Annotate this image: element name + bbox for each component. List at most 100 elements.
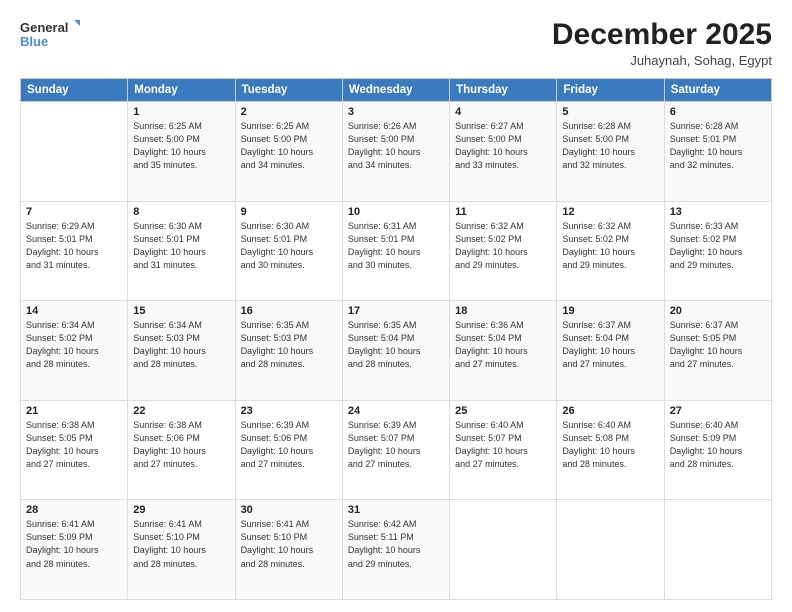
cell-text: Sunrise: 6:34 AMSunset: 5:03 PMDaylight:…: [133, 319, 229, 371]
day-number: 4: [455, 106, 551, 118]
calendar-body: 1 Sunrise: 6:25 AMSunset: 5:00 PMDaylight…: [21, 102, 772, 600]
calendar-cell: 15 Sunrise: 6:34 AMSunset: 5:03 PMDayligh…: [128, 301, 235, 401]
cell-text: Sunrise: 6:25 AMSunset: 5:00 PMDaylight:…: [241, 120, 337, 172]
day-number: 13: [670, 206, 766, 218]
calendar-cell: 22 Sunrise: 6:38 AMSunset: 5:06 PMDayligh…: [128, 400, 235, 500]
calendar-week-row: 7 Sunrise: 6:29 AMSunset: 5:01 PMDaylight…: [21, 201, 772, 301]
calendar-cell: 24 Sunrise: 6:39 AMSunset: 5:07 PMDayligh…: [342, 400, 449, 500]
calendar-cell: 18 Sunrise: 6:36 AMSunset: 5:04 PMDayligh…: [450, 301, 557, 401]
calendar-cell: 1 Sunrise: 6:25 AMSunset: 5:00 PMDaylight…: [128, 102, 235, 202]
day-number: 19: [562, 305, 658, 317]
cell-text: Sunrise: 6:27 AMSunset: 5:00 PMDaylight:…: [455, 120, 551, 172]
svg-text:Blue: Blue: [20, 34, 48, 49]
cell-text: Sunrise: 6:28 AMSunset: 5:00 PMDaylight:…: [562, 120, 658, 172]
day-number: 30: [241, 504, 337, 516]
day-number: 5: [562, 106, 658, 118]
day-number: 11: [455, 206, 551, 218]
day-number: 25: [455, 405, 551, 417]
page: General Blue December 2025 Juhaynah, Soh…: [0, 0, 792, 612]
cell-text: Sunrise: 6:36 AMSunset: 5:04 PMDaylight:…: [455, 319, 551, 371]
day-number: 17: [348, 305, 444, 317]
cell-text: Sunrise: 6:39 AMSunset: 5:07 PMDaylight:…: [348, 419, 444, 471]
cell-text: Sunrise: 6:40 AMSunset: 5:07 PMDaylight:…: [455, 419, 551, 471]
cell-text: Sunrise: 6:32 AMSunset: 5:02 PMDaylight:…: [455, 220, 551, 272]
title-block: December 2025 Juhaynah, Sohag, Egypt: [552, 18, 772, 68]
calendar-cell: 30 Sunrise: 6:41 AMSunset: 5:10 PMDayligh…: [235, 500, 342, 600]
weekday-header: Monday: [128, 79, 235, 102]
cell-text: Sunrise: 6:37 AMSunset: 5:04 PMDaylight:…: [562, 319, 658, 371]
calendar-cell: 16Sunrise: 6:35 AMSunset: 5:03 PMDayligh…: [235, 301, 342, 401]
calendar-cell: [21, 102, 128, 202]
calendar-cell: 8 Sunrise: 6:30 AMSunset: 5:01 PMDaylight…: [128, 201, 235, 301]
calendar-cell: 19 Sunrise: 6:37 AMSunset: 5:04 PMDayligh…: [557, 301, 664, 401]
calendar-table: SundayMondayTuesdayWednesdayThursdayFrid…: [20, 78, 772, 600]
calendar-cell: 14 Sunrise: 6:34 AMSunset: 5:02 PMDayligh…: [21, 301, 128, 401]
cell-text: Sunrise: 6:35 AMSunset: 5:04 PMDaylight:…: [348, 319, 444, 371]
day-number: 1: [133, 106, 229, 118]
cell-text: Sunrise: 6:30 AMSunset: 5:01 PMDaylight:…: [133, 220, 229, 272]
weekday-header: Wednesday: [342, 79, 449, 102]
calendar-cell: 6Sunrise: 6:28 AMSunset: 5:01 PMDaylight…: [664, 102, 771, 202]
cell-text: Sunrise: 6:42 AMSunset: 5:11 PMDaylight:…: [348, 518, 444, 570]
logo: General Blue: [20, 18, 80, 52]
calendar-cell: 21 Sunrise: 6:38 AMSunset: 5:05 PMDayligh…: [21, 400, 128, 500]
calendar-cell: 12 Sunrise: 6:32 AMSunset: 5:02 PMDayligh…: [557, 201, 664, 301]
calendar-cell: 4 Sunrise: 6:27 AMSunset: 5:00 PMDaylight…: [450, 102, 557, 202]
day-number: 26: [562, 405, 658, 417]
weekday-header: Tuesday: [235, 79, 342, 102]
weekday-header: Thursday: [450, 79, 557, 102]
day-number: 23: [241, 405, 337, 417]
day-number: 12: [562, 206, 658, 218]
calendar-cell: 5 Sunrise: 6:28 AMSunset: 5:00 PMDaylight…: [557, 102, 664, 202]
calendar-header: SundayMondayTuesdayWednesdayThursdayFrid…: [21, 79, 772, 102]
day-number: 20: [670, 305, 766, 317]
cell-text: Sunrise: 6:26 AMSunset: 5:00 PMDaylight:…: [348, 120, 444, 172]
calendar-cell: 23Sunrise: 6:39 AMSunset: 5:06 PMDayligh…: [235, 400, 342, 500]
day-number: 31: [348, 504, 444, 516]
day-number: 2: [241, 106, 337, 118]
weekday-header: Friday: [557, 79, 664, 102]
day-number: 14: [26, 305, 122, 317]
calendar-cell: [664, 500, 771, 600]
cell-text: Sunrise: 6:41 AMSunset: 5:10 PMDaylight:…: [133, 518, 229, 570]
day-number: 7: [26, 206, 122, 218]
cell-text: Sunrise: 6:41 AMSunset: 5:10 PMDaylight:…: [241, 518, 337, 570]
calendar-cell: 17 Sunrise: 6:35 AMSunset: 5:04 PMDayligh…: [342, 301, 449, 401]
calendar-cell: [557, 500, 664, 600]
calendar-cell: 3Sunrise: 6:26 AMSunset: 5:00 PMDaylight…: [342, 102, 449, 202]
day-number: 15: [133, 305, 229, 317]
calendar-cell: 11 Sunrise: 6:32 AMSunset: 5:02 PMDayligh…: [450, 201, 557, 301]
day-number: 18: [455, 305, 551, 317]
calendar-cell: 26Sunrise: 6:40 AMSunset: 5:08 PMDayligh…: [557, 400, 664, 500]
calendar-cell: 25 Sunrise: 6:40 AMSunset: 5:07 PMDayligh…: [450, 400, 557, 500]
calendar-cell: 10 Sunrise: 6:31 AMSunset: 5:01 PMDayligh…: [342, 201, 449, 301]
day-number: 22: [133, 405, 229, 417]
location: Juhaynah, Sohag, Egypt: [552, 53, 772, 68]
cell-text: Sunrise: 6:32 AMSunset: 5:02 PMDaylight:…: [562, 220, 658, 272]
cell-text: Sunrise: 6:38 AMSunset: 5:05 PMDaylight:…: [26, 419, 122, 471]
day-number: 24: [348, 405, 444, 417]
cell-text: Sunrise: 6:25 AMSunset: 5:00 PMDaylight:…: [133, 120, 229, 172]
day-number: 9: [241, 206, 337, 218]
day-number: 10: [348, 206, 444, 218]
day-number: 8: [133, 206, 229, 218]
logo-svg: General Blue: [20, 18, 80, 52]
cell-text: Sunrise: 6:28 AMSunset: 5:01 PMDaylight:…: [670, 120, 766, 172]
cell-text: Sunrise: 6:31 AMSunset: 5:01 PMDaylight:…: [348, 220, 444, 272]
calendar-cell: 2 Sunrise: 6:25 AMSunset: 5:00 PMDaylight…: [235, 102, 342, 202]
calendar-week-row: 14 Sunrise: 6:34 AMSunset: 5:02 PMDayligh…: [21, 301, 772, 401]
cell-text: Sunrise: 6:41 AMSunset: 5:09 PMDaylight:…: [26, 518, 122, 570]
weekday-header: Sunday: [21, 79, 128, 102]
day-number: 21: [26, 405, 122, 417]
header: General Blue December 2025 Juhaynah, Soh…: [20, 18, 772, 68]
header-row: SundayMondayTuesdayWednesdayThursdayFrid…: [21, 79, 772, 102]
cell-text: Sunrise: 6:38 AMSunset: 5:06 PMDaylight:…: [133, 419, 229, 471]
calendar-cell: 13Sunrise: 6:33 AMSunset: 5:02 PMDayligh…: [664, 201, 771, 301]
calendar-week-row: 28Sunrise: 6:41 AMSunset: 5:09 PMDayligh…: [21, 500, 772, 600]
calendar-week-row: 21 Sunrise: 6:38 AMSunset: 5:05 PMDayligh…: [21, 400, 772, 500]
cell-text: Sunrise: 6:29 AMSunset: 5:01 PMDaylight:…: [26, 220, 122, 272]
calendar-cell: 31 Sunrise: 6:42 AMSunset: 5:11 PMDayligh…: [342, 500, 449, 600]
day-number: 29: [133, 504, 229, 516]
calendar-week-row: 1 Sunrise: 6:25 AMSunset: 5:00 PMDaylight…: [21, 102, 772, 202]
cell-text: Sunrise: 6:34 AMSunset: 5:02 PMDaylight:…: [26, 319, 122, 371]
